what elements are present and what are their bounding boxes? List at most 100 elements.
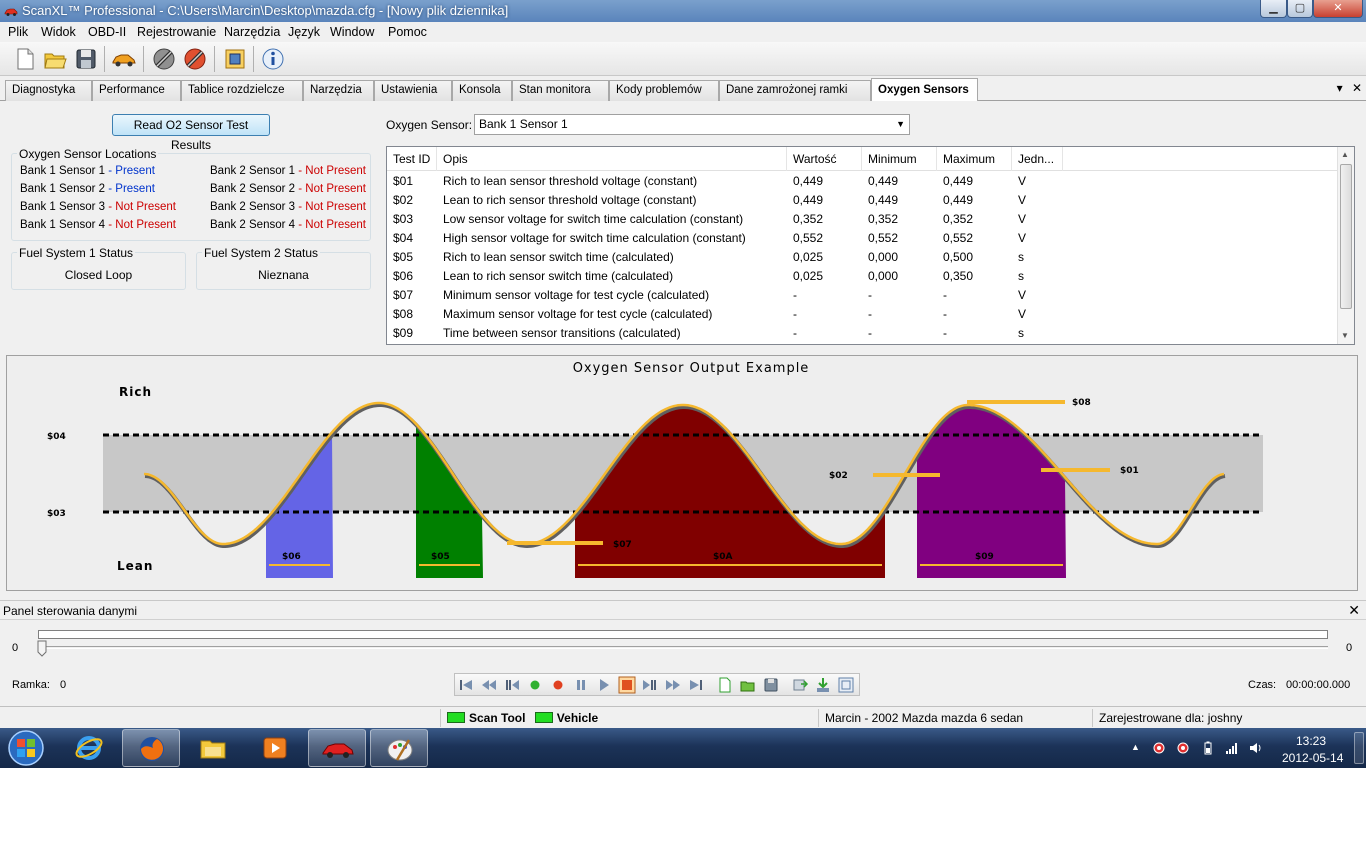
export-log-icon[interactable] xyxy=(791,676,809,694)
menu-obd2[interactable]: OBD-II xyxy=(88,25,126,39)
dropdown-arrow-icon[interactable]: ▼ xyxy=(896,115,905,134)
tab-diagnostyka[interactable]: Diagnostyka xyxy=(5,80,92,101)
scroll-up-icon[interactable]: ▲ xyxy=(1341,150,1349,159)
pause-icon[interactable] xyxy=(572,676,590,694)
tray-gear-red-icon-2[interactable] xyxy=(1175,740,1191,756)
tab-stan-monitora[interactable]: Stan monitora xyxy=(512,80,609,101)
log-settings-icon[interactable] xyxy=(837,676,855,694)
scroll-thumb[interactable] xyxy=(1340,164,1352,309)
clock-date[interactable]: 2012-05-14 xyxy=(1282,751,1343,765)
clock-time[interactable]: 13:23 xyxy=(1296,734,1326,748)
tray-expand-icon[interactable]: ▲ xyxy=(1131,742,1140,752)
table-row[interactable]: $09 Time between sensor transitions (calc… xyxy=(387,324,1338,343)
location-row: Bank 2 Sensor 2 - Not Present xyxy=(210,183,367,195)
menu-narzedzia[interactable]: Narzędzia xyxy=(224,25,280,39)
menu-plik[interactable]: Plik xyxy=(8,25,28,39)
frame-slider-thumb[interactable] xyxy=(37,640,47,657)
connect-plug-icon[interactable] xyxy=(151,46,177,72)
table-row[interactable]: $06 Lean to rich sensor switch time (calc… xyxy=(387,267,1338,286)
read-o2-results-button[interactable]: Read O2 Sensor Test Results xyxy=(112,114,270,152)
step-forward-icon[interactable] xyxy=(641,676,659,694)
record-green-icon[interactable] xyxy=(526,676,544,694)
menu-jezyk[interactable]: Język xyxy=(288,25,320,39)
menu-window[interactable]: Window xyxy=(330,25,374,39)
table-row[interactable]: $01 Rich to lean sensor threshold voltage… xyxy=(387,172,1338,191)
menu-pomoc[interactable]: Pomoc xyxy=(388,25,427,39)
info-icon[interactable] xyxy=(260,46,286,72)
table-row[interactable]: $05 Rich to lean sensor switch time (calc… xyxy=(387,248,1338,267)
table-row[interactable]: $02 Lean to rich sensor threshold voltage… xyxy=(387,191,1338,210)
menu-widok[interactable]: Widok xyxy=(41,25,76,39)
new-file-icon[interactable] xyxy=(12,46,38,72)
stop-icon[interactable] xyxy=(618,676,636,694)
menu-bar: Plik Widok OBD-II Rejestrowanie Narzędzi… xyxy=(0,22,1366,42)
scroll-down-icon[interactable]: ▼ xyxy=(1341,331,1349,340)
volume-icon[interactable] xyxy=(1248,740,1264,756)
last-frame-icon[interactable] xyxy=(687,676,705,694)
table-row[interactable]: $07 Minimum sensor voltage for test cycle… xyxy=(387,286,1338,305)
import-log-icon[interactable] xyxy=(814,676,832,694)
locations-title: Oxygen Sensor Locations xyxy=(17,147,159,161)
tab-kody-problemow[interactable]: Kody problemów xyxy=(609,80,719,101)
table-row[interactable]: $03 Low sensor voltage for switch time ca… xyxy=(387,210,1338,229)
taskbar-media-player[interactable] xyxy=(246,729,304,767)
tab-tablice-rozdzielcze[interactable]: Tablice rozdzielcze xyxy=(181,80,303,101)
tray-gear-red-icon[interactable] xyxy=(1151,740,1167,756)
playback-toolbar xyxy=(454,673,860,696)
tab-oxygen-sensors[interactable]: Oxygen Sensors xyxy=(871,78,978,102)
cell-wartosc: 0,352 xyxy=(793,212,824,226)
open-log-icon[interactable] xyxy=(739,676,757,694)
tab-narzedzia[interactable]: Narzędzia xyxy=(303,80,374,101)
open-folder-icon[interactable] xyxy=(42,46,68,72)
tab-ustawienia[interactable]: Ustawienia xyxy=(374,80,452,101)
minimize-button[interactable]: ▁ xyxy=(1260,0,1287,18)
taskbar-scanxl[interactable] xyxy=(308,729,366,767)
oxygen-sensor-select[interactable]: Bank 1 Sensor 1 ▼ xyxy=(474,114,910,135)
config-frame-icon[interactable] xyxy=(222,46,248,72)
record-red-icon[interactable] xyxy=(549,676,567,694)
tab-menu-chevron-icon[interactable]: ▾ xyxy=(1337,81,1343,95)
status-empty xyxy=(0,709,440,727)
disconnect-plug-icon[interactable] xyxy=(182,46,208,72)
control-panel-close-icon[interactable]: ✕ xyxy=(1348,602,1360,619)
cell-opis: Minimum sensor voltage for test cycle (c… xyxy=(443,288,710,302)
taskbar-ie[interactable] xyxy=(60,729,118,767)
fast-forward-icon[interactable] xyxy=(664,676,682,694)
cell-test-id: $02 xyxy=(393,193,414,207)
play-icon[interactable] xyxy=(595,676,613,694)
tab-dane-zamrozonej-ramki[interactable]: Dane zamrożonej ramki xyxy=(719,80,871,101)
save-disk-icon[interactable] xyxy=(73,46,99,72)
frame-slider-track[interactable] xyxy=(38,646,1328,649)
header-maximum[interactable]: Maximum xyxy=(937,147,1012,171)
taskbar-firefox[interactable] xyxy=(122,729,180,767)
header-minimum[interactable]: Minimum xyxy=(862,147,937,171)
fast-rewind-icon[interactable] xyxy=(480,676,498,694)
show-desktop-button[interactable] xyxy=(1354,732,1364,764)
cell-maximum: 0,552 xyxy=(943,231,974,245)
close-button[interactable]: ✕ xyxy=(1313,0,1363,18)
menu-rejestrowanie[interactable]: Rejestrowanie xyxy=(137,25,216,39)
maximize-button[interactable]: ▢ xyxy=(1287,0,1313,18)
header-jednostka[interactable]: Jedn... xyxy=(1012,147,1063,171)
step-back-icon[interactable] xyxy=(503,676,521,694)
table-row[interactable]: $08 Maximum sensor voltage for test cycle… xyxy=(387,305,1338,324)
header-wartosc[interactable]: Wartość xyxy=(787,147,862,171)
header-test-id[interactable]: Test ID xyxy=(387,147,437,171)
tab-konsola[interactable]: Konsola xyxy=(452,80,512,101)
registered-status: Zarejestrowane dla: joshny xyxy=(1092,709,1366,727)
battery-icon[interactable] xyxy=(1200,740,1216,756)
tab-performance[interactable]: Performance xyxy=(92,80,181,101)
start-orb-icon[interactable] xyxy=(6,729,46,767)
car-connect-icon[interactable] xyxy=(111,46,137,72)
save-log-icon[interactable] xyxy=(762,676,780,694)
taskbar-paint[interactable] xyxy=(370,729,428,767)
taskbar-explorer[interactable] xyxy=(184,729,242,767)
tab-close-icon[interactable]: ✕ xyxy=(1352,81,1362,95)
network-signal-icon[interactable] xyxy=(1224,740,1240,756)
new-log-icon[interactable] xyxy=(716,676,734,694)
time-label: Czas: xyxy=(1248,679,1277,691)
header-opis[interactable]: Opis xyxy=(437,147,787,171)
first-frame-icon[interactable] xyxy=(457,676,475,694)
table-scrollbar[interactable]: ▲ ▼ xyxy=(1337,147,1354,344)
table-row[interactable]: $04 High sensor voltage for switch time c… xyxy=(387,229,1338,248)
